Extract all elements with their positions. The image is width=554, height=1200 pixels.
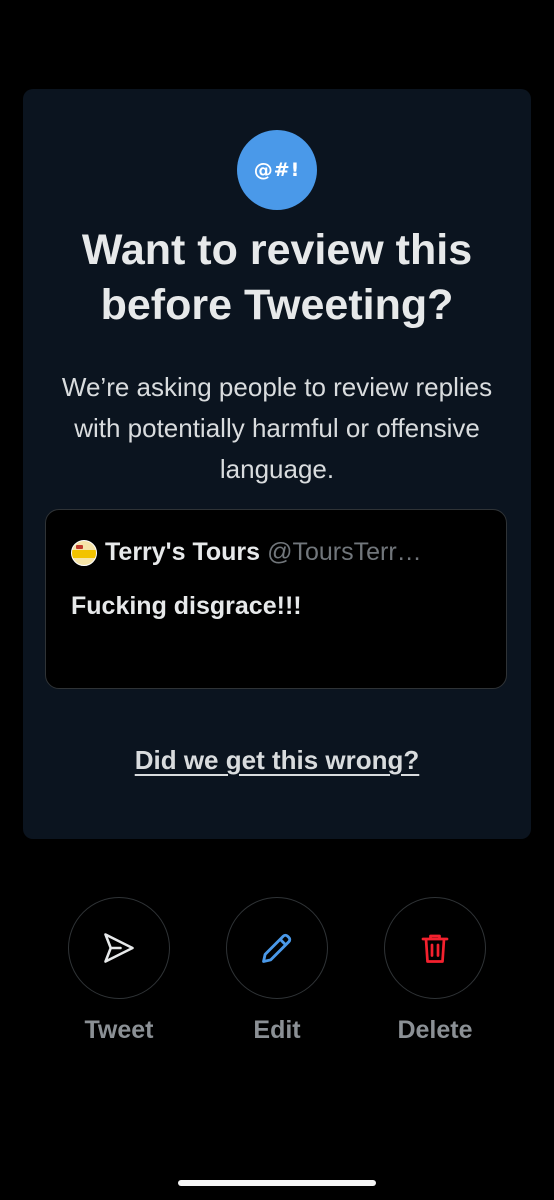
quoted-tweet: Terry's Tours @ToursTerr… Fucking disgra… — [45, 509, 507, 689]
home-indicator[interactable] — [178, 1180, 376, 1186]
avatar — [71, 539, 97, 566]
edit-button-circle[interactable] — [226, 897, 328, 999]
avatar-stripe — [72, 549, 96, 558]
tweet-text: Fucking disgrace!!! — [71, 592, 302, 620]
author-handle: @ToursTerr… — [267, 538, 422, 566]
action-bar: Tweet Edit Delete — [0, 897, 554, 1057]
author-name: Terry's Tours — [105, 538, 261, 566]
tweet-button-circle[interactable] — [68, 897, 170, 999]
review-dialog-card: @#! Want to review this before Tweeting?… — [23, 89, 531, 839]
tweet-button[interactable]: Tweet — [39, 897, 199, 1057]
quoted-tweet-header: Terry's Tours @ToursTerr… — [71, 538, 484, 567]
tweet-button-label: Tweet — [84, 1016, 154, 1044]
edit-button[interactable]: Edit — [197, 897, 357, 1057]
did-we-get-this-wrong-link[interactable]: Did we get this wrong? — [23, 745, 531, 776]
edit-button-label: Edit — [253, 1016, 301, 1044]
pencil-icon — [262, 933, 292, 963]
offensive-language-badge: @#! — [237, 130, 317, 210]
delete-button-label: Delete — [397, 1016, 473, 1044]
delete-button[interactable]: Delete — [355, 897, 515, 1057]
dialog-title: Want to review this before Tweeting? — [81, 226, 473, 329]
trash-icon — [421, 934, 449, 963]
dialog-subtitle: We’re asking people to review replies wi… — [61, 372, 493, 484]
send-icon — [104, 933, 134, 963]
avatar-logo-mark — [76, 544, 83, 549]
delete-button-circle[interactable] — [384, 897, 486, 999]
